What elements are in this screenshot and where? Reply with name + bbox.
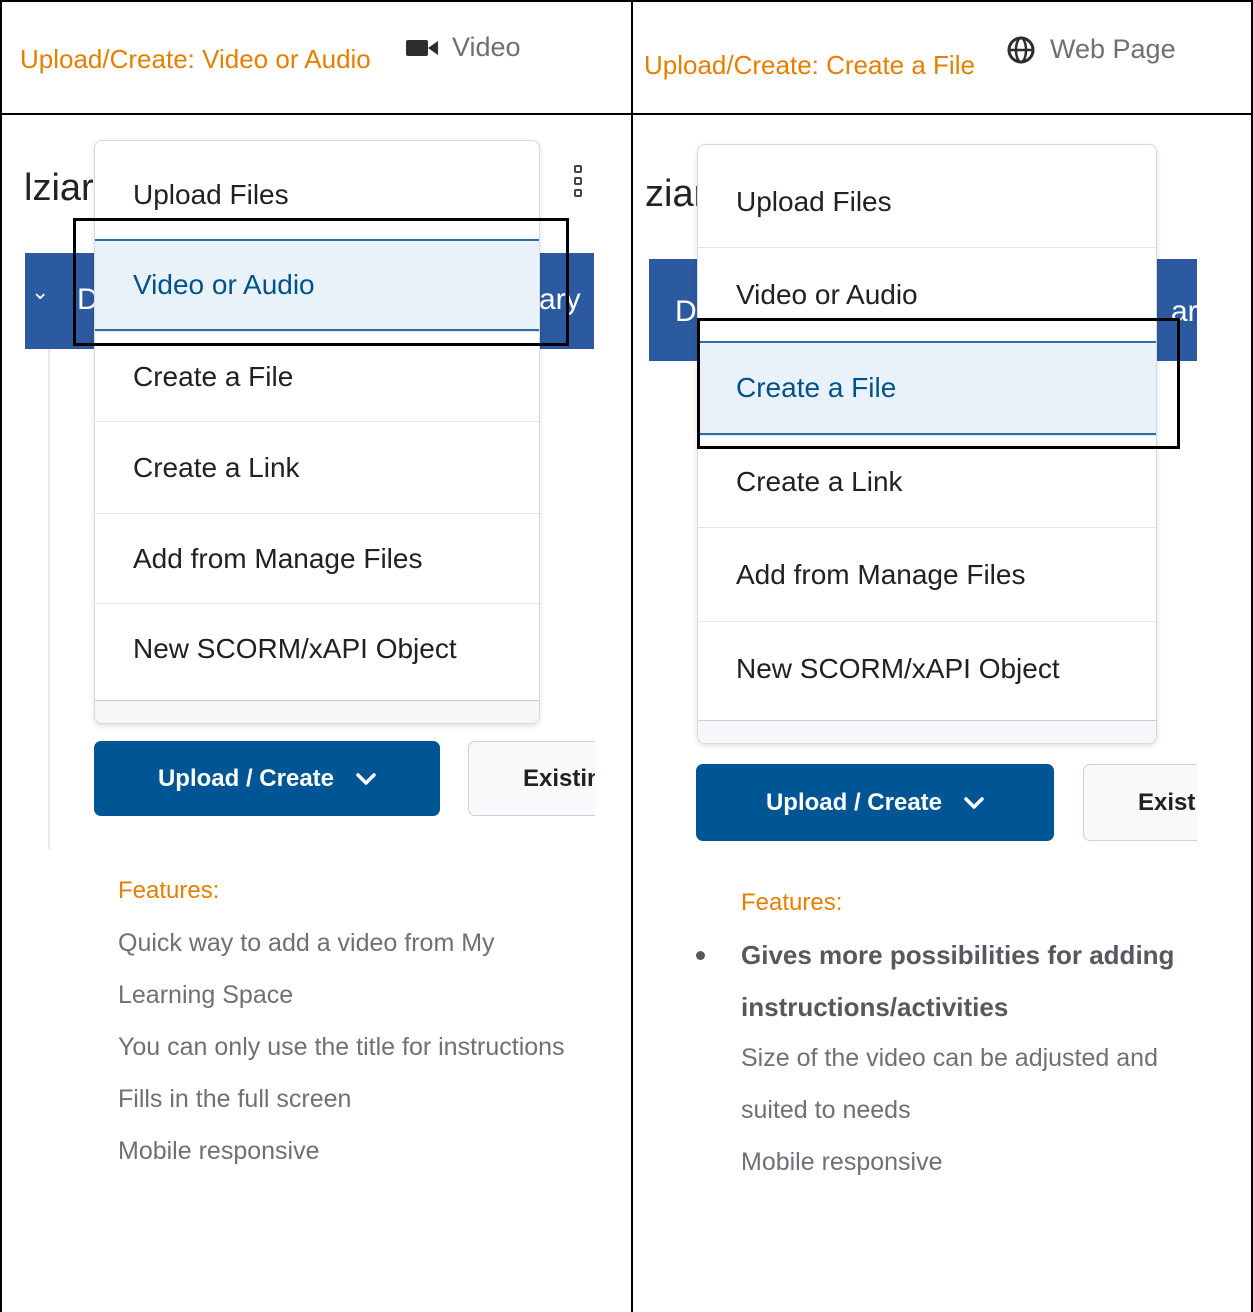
right-existing-button[interactable]: Existing xyxy=(1083,764,1197,841)
left-header-type-label: Video xyxy=(452,32,521,62)
left-panel-mask xyxy=(595,740,631,855)
globe-icon xyxy=(1007,36,1035,63)
right-feature-bold-1: Gives more possibilities for adding xyxy=(741,940,1175,970)
left-screenshot: lziar ⌄ D ary Upload Files Video or Audi… xyxy=(2,115,631,855)
left-highlight-box xyxy=(73,218,569,346)
left-features-label: Features: xyxy=(118,877,220,904)
right-menu-item-upload-files[interactable]: Upload Files xyxy=(698,145,1156,247)
right-features-label: Features: xyxy=(741,889,843,916)
left-menu-item-new-scorm-object[interactable]: New SCORM/xAPI Object xyxy=(95,603,539,693)
right-upload-create-button[interactable]: Upload / Create xyxy=(696,764,1054,841)
table-border-top xyxy=(0,0,1253,2)
right-menu-item-new-scorm-object[interactable]: New SCORM/xAPI Object xyxy=(698,621,1156,715)
right-menu-footer xyxy=(698,720,1156,743)
chevron-down-icon xyxy=(964,796,984,809)
right-highlight-box xyxy=(697,318,1180,449)
left-feature-4: Fills in the full screen xyxy=(118,1085,352,1113)
right-header-type: Web Page xyxy=(1006,34,1176,65)
right-feature-bullet xyxy=(696,951,705,960)
left-upload-create-label: Upload / Create xyxy=(157,764,335,792)
right-feature-2: suited to needs xyxy=(741,1096,911,1124)
left-menu-item-create-a-link[interactable]: Create a Link xyxy=(95,421,539,513)
left-bg-side-rule xyxy=(48,349,50,849)
right-upload-create-label: Upload / Create xyxy=(765,788,943,816)
right-screenshot: ziar D ary Upload Files Video or Audio C… xyxy=(633,115,1197,855)
right-feature-3: Mobile responsive xyxy=(741,1148,943,1176)
left-header-type: Video xyxy=(406,32,521,63)
right-header-title: Upload/Create: Create a File xyxy=(644,50,975,80)
left-kebab-icon[interactable] xyxy=(574,165,582,197)
left-header-title: Upload/Create: Video or Audio xyxy=(20,44,371,74)
left-menu-item-add-from-manage-files[interactable]: Add from Manage Files xyxy=(95,513,539,603)
right-bg-bar-left: D xyxy=(675,295,697,328)
left-menu-footer xyxy=(95,700,539,723)
left-feature-1: Quick way to add a video from My xyxy=(118,929,495,957)
right-header-type-label: Web Page xyxy=(1050,34,1176,64)
left-bg-title: lziar xyxy=(24,167,94,209)
chevron-down-icon xyxy=(356,772,376,785)
right-feature-bold-2: instructions/activities xyxy=(741,992,1009,1022)
left-feature-3: You can only use the title for instructi… xyxy=(118,1033,565,1061)
left-bg-bar-chevron: ⌄ xyxy=(31,279,50,304)
left-feature-2: Learning Space xyxy=(118,981,294,1009)
video-camera-icon xyxy=(406,39,438,56)
left-feature-5: Mobile responsive xyxy=(118,1137,320,1165)
right-menu-item-add-from-manage-files[interactable]: Add from Manage Files xyxy=(698,527,1156,621)
right-existing-label: Existing xyxy=(1138,788,1197,816)
right-feature-1: Size of the video can be adjusted and xyxy=(741,1044,1158,1072)
left-upload-create-button[interactable]: Upload / Create xyxy=(94,741,440,816)
